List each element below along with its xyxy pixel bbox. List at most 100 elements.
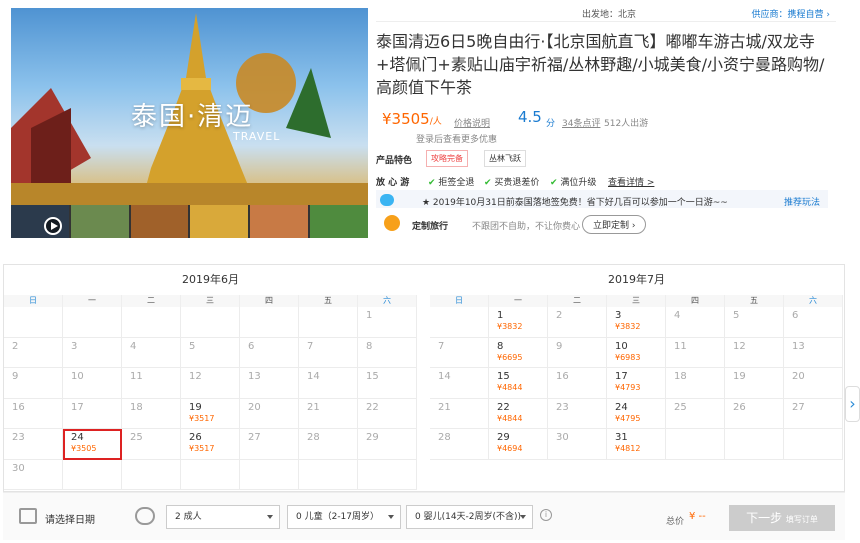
price-note-link[interactable]: 价格说明: [454, 116, 490, 129]
thumbnail[interactable]: [310, 205, 368, 238]
date-cell[interactable]: 3 ¥3832: [607, 307, 666, 338]
total-label: 总价: [666, 517, 685, 527]
date-cell: 9: [548, 337, 607, 368]
thumbnail[interactable]: [190, 205, 249, 238]
play-icon[interactable]: [44, 217, 62, 235]
thumbnail[interactable]: [70, 205, 129, 238]
price-unit: /人: [429, 117, 442, 127]
weekday-label: 二: [122, 295, 181, 307]
date-cell[interactable]: 15 ¥4844: [489, 368, 548, 399]
infants-value: 0 婴儿(14天-2周岁(不含)): [415, 512, 522, 522]
date-cell: 23: [4, 429, 63, 460]
date-cell: 16: [548, 368, 607, 399]
weekday-label: 五: [299, 295, 358, 307]
date-cell: [666, 429, 725, 460]
date-number: 28: [307, 432, 320, 443]
info-icon[interactable]: i: [540, 509, 552, 521]
date-cell: [430, 307, 489, 338]
assurance-details-link[interactable]: 查看详情 >: [608, 175, 654, 188]
hero-title: 泰国·清迈: [131, 102, 254, 132]
children-select[interactable]: 0 儿童（2-17周岁）: [287, 505, 401, 529]
weekday-label: 二: [548, 295, 607, 307]
thumbnail[interactable]: [250, 205, 309, 238]
date-number: 7: [438, 340, 445, 352]
date-cell[interactable]: 31 ¥4812: [607, 429, 666, 460]
booking-bar: 请选择日期 2 成人 0 儿童（2-17周岁） 0 婴儿(14天-2周岁(不含)…: [3, 492, 845, 540]
date-number: 5: [189, 340, 196, 352]
weekday-label: 四: [666, 295, 725, 307]
date-cell[interactable]: 24 ¥4795: [607, 398, 666, 429]
month-title: 2019年7月: [608, 273, 665, 286]
score-value: 4.5: [518, 108, 542, 126]
date-number: 11: [130, 371, 143, 382]
calendar-icon: [19, 508, 37, 524]
date-cell[interactable]: 26 ¥3517: [181, 429, 240, 460]
promo-link[interactable]: 推荐玩法: [784, 195, 820, 208]
custom-button[interactable]: 立即定制 ›: [582, 215, 647, 234]
date-cell: [784, 429, 843, 460]
date-cell: 6: [784, 307, 843, 338]
children-value: 0 儿童（2-17周岁）: [296, 512, 380, 522]
product-info: 泰国清迈6日5晚自由行·【北京国航直飞】嘟嘟车游古城/双龙寺+塔佩门+素贴山庙宇…: [376, 22, 836, 238]
date-cell[interactable]: 1 ¥3832: [489, 307, 548, 338]
date-number: 19: [733, 371, 746, 382]
thumbnail[interactable]: [130, 205, 189, 238]
date-cell[interactable]: 24 ¥3505: [63, 429, 122, 460]
reviews-link[interactable]: 34条点评: [562, 116, 600, 129]
date-cell: [299, 459, 358, 490]
month-grid: 1 2 3 4 5 6 7 8 9 10 11 12 13 14 15 16 17 18 19 ¥3517 20 21 22…: [4, 307, 417, 490]
date-price: ¥4793: [615, 383, 641, 392]
feature-tag: 攻略完备: [426, 150, 468, 167]
date-cell: [358, 459, 417, 490]
date-number: 21: [307, 401, 320, 413]
date-price: ¥4844: [497, 383, 523, 392]
date-label: 请选择日期: [45, 515, 95, 526]
date-number: 30: [556, 432, 569, 443]
date-cell[interactable]: 22 ¥4844: [489, 398, 548, 429]
date-cell: 2: [4, 337, 63, 368]
hero-subtitle: TRAVEL: [233, 130, 281, 143]
date-number: 7: [307, 340, 314, 352]
date-number: 12: [733, 340, 746, 352]
weekday-label: 一: [63, 295, 122, 307]
date-cell: 22: [358, 398, 417, 429]
supplier-link[interactable]: 供应商：携程自营 ›: [752, 7, 830, 20]
weekday-label: 日: [4, 295, 63, 307]
next-month-arrow[interactable]: ›: [845, 386, 860, 422]
date-number: 23: [556, 401, 569, 413]
date-number: 17: [71, 401, 84, 413]
adults-value: 2 成人: [175, 512, 202, 522]
date-cell[interactable]: 19 ¥3517: [181, 398, 240, 429]
login-tip[interactable]: 登录后查看更多优惠: [416, 132, 497, 145]
promo-icon: [380, 194, 394, 206]
date-number: 25: [130, 432, 143, 443]
date-number: 26: [733, 401, 746, 413]
date-number: 26: [189, 432, 202, 443]
date-number: 13: [792, 340, 805, 352]
weekday-label: 五: [725, 295, 784, 307]
date-cell: 14: [299, 368, 358, 399]
date-cell: 2: [548, 307, 607, 338]
date-price: ¥4795: [615, 413, 641, 423]
date-cell: [63, 459, 122, 490]
assurance-item: ✔ 买贵退差价: [484, 178, 540, 188]
date-price: ¥6695: [497, 352, 523, 362]
date-cell[interactable]: 10 ¥6983: [607, 337, 666, 368]
date-price: ¥3517: [189, 444, 215, 453]
date-number: 8: [366, 340, 373, 352]
chevron-down-icon: [388, 515, 394, 519]
date-cell: 20: [240, 398, 299, 429]
next-step-button[interactable]: 下一步 填写订单: [729, 505, 835, 531]
adults-select[interactable]: 2 成人: [166, 505, 280, 529]
infants-select[interactable]: 0 婴儿(14天-2周岁(不含)): [406, 505, 533, 529]
date-cell[interactable]: 29 ¥4694: [489, 429, 548, 460]
date-cell[interactable]: 17 ¥4793: [607, 368, 666, 399]
date-number: 13: [248, 371, 261, 382]
date-cell: 25: [666, 398, 725, 429]
date-number: 16: [12, 401, 25, 413]
date-number: 1: [497, 310, 504, 321]
date-cell[interactable]: 8 ¥6695: [489, 337, 548, 368]
custom-label: 定制旅行: [412, 222, 449, 232]
date-number: 28: [438, 432, 451, 443]
date-number: 3: [71, 340, 78, 352]
